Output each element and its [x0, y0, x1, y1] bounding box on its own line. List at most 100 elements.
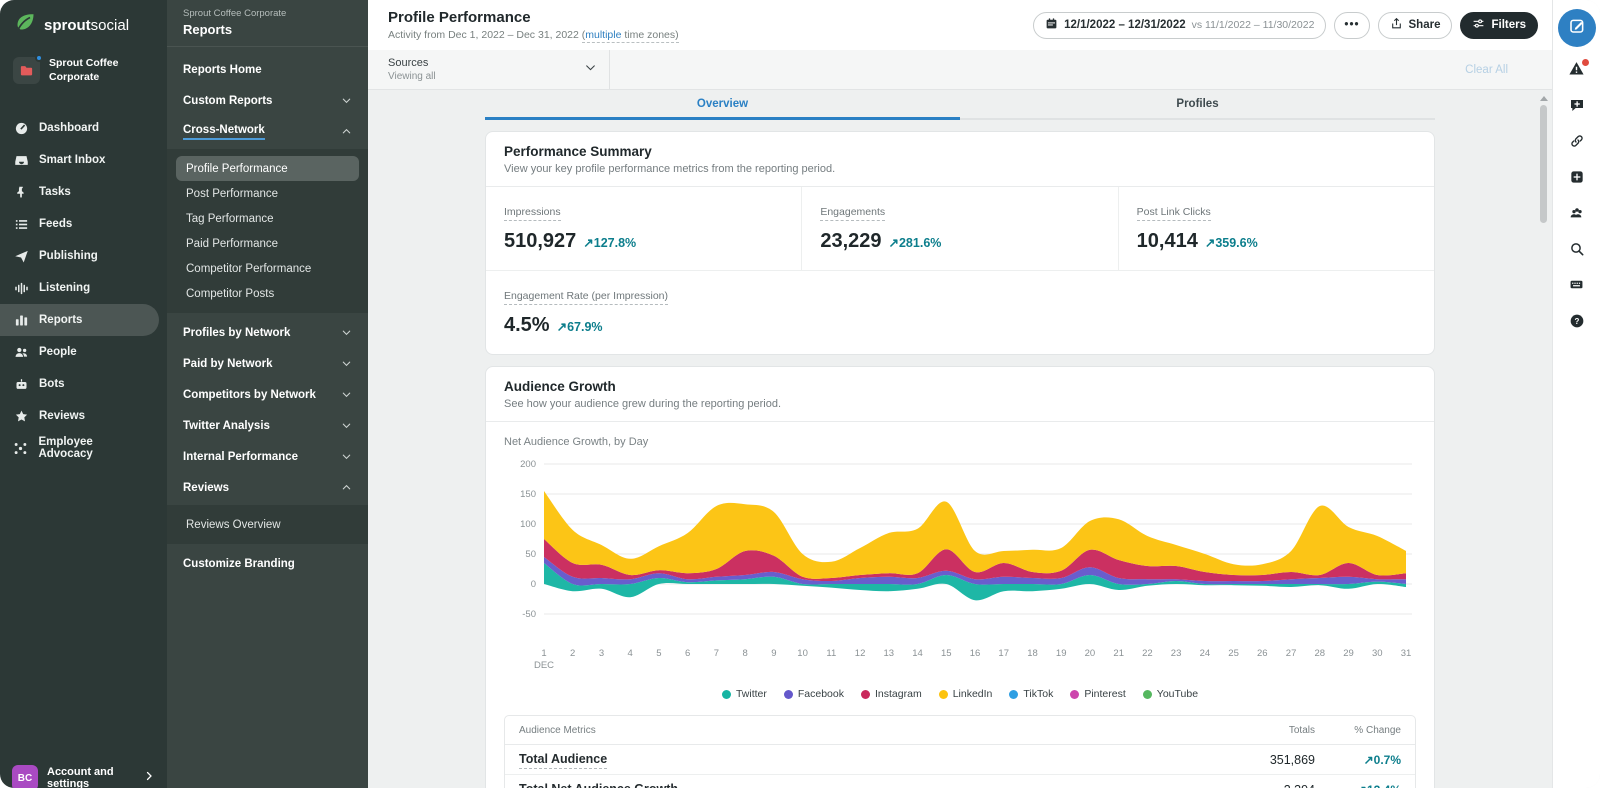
date-range-button[interactable]: 12/1/2022 – 12/31/2022 vs 11/1/2022 – 11…: [1033, 12, 1326, 39]
legend-twitter[interactable]: Twitter: [722, 688, 767, 700]
reports-nav-item-competitor-posts[interactable]: Competitor Posts: [176, 281, 359, 306]
share-button[interactable]: Share: [1378, 12, 1453, 39]
table-row-total-net-audience-growth[interactable]: Total Net Audience Growth2,394↗12.4%: [505, 775, 1415, 788]
svg-text:26: 26: [1257, 648, 1268, 659]
trend-up-icon: ↗: [889, 236, 899, 250]
audience-growth-chart[interactable]: 200150100500-501234567891011121314151617…: [504, 456, 1416, 679]
search-button[interactable]: [1560, 234, 1594, 268]
sources-bar: Sources Viewing all Clear All: [368, 50, 1552, 90]
alert-button[interactable]: [1560, 54, 1594, 88]
account-switcher[interactable]: Sprout Coffee Corporate: [0, 48, 167, 96]
chevron-down-icon: [584, 61, 597, 79]
performance-summary-header: Performance Summary View your key profil…: [486, 132, 1434, 187]
svg-text:7: 7: [714, 648, 719, 659]
tab-profiles[interactable]: Profiles: [960, 90, 1435, 118]
compose-button[interactable]: [1558, 9, 1596, 47]
vertical-scrollbar[interactable]: [1539, 96, 1548, 223]
account-settings-label: Account and settings: [47, 766, 134, 788]
svg-text:2: 2: [570, 648, 575, 659]
legend-dot: [939, 690, 948, 699]
scrollbar-thumb[interactable]: [1540, 105, 1547, 223]
people-group-button[interactable]: [1560, 198, 1594, 232]
plane-icon: [13, 249, 29, 264]
reports-nav-competitors-by-network[interactable]: Competitors by Network: [167, 379, 368, 410]
filters-button[interactable]: Filters: [1460, 12, 1538, 39]
sidebar-item-label: Reports: [39, 314, 82, 326]
reports-nav-item-reviews-overview[interactable]: Reviews Overview: [176, 512, 359, 537]
legend-facebook[interactable]: Facebook: [784, 688, 844, 700]
svg-text:5: 5: [656, 648, 661, 659]
svg-text:?: ?: [1574, 316, 1579, 325]
sidebar-item-reports[interactable]: Reports: [0, 304, 159, 336]
reports-nav-item-paid-performance[interactable]: Paid Performance: [176, 231, 359, 256]
legend-youtube[interactable]: YouTube: [1143, 688, 1198, 700]
svg-text:8: 8: [742, 648, 747, 659]
chat-button[interactable]: [1560, 90, 1594, 124]
reports-nav-paid-by-network[interactable]: Paid by Network: [167, 348, 368, 379]
legend-instagram[interactable]: Instagram: [861, 688, 922, 700]
metric-change: ↗67.9%: [557, 319, 603, 334]
metric-label[interactable]: Engagements: [820, 206, 885, 221]
report-scroll-area[interactable]: Overview Profiles Performance Summary Vi…: [368, 90, 1552, 788]
plus-square-button[interactable]: [1560, 162, 1594, 196]
keyboard-icon: [1569, 277, 1584, 297]
sources-value: Viewing all: [388, 71, 436, 82]
clear-all-button[interactable]: Clear All: [1465, 64, 1552, 76]
table-row-total-audience[interactable]: Total Audience351,869↗0.7%: [505, 745, 1415, 775]
reports-nav-cross-network[interactable]: Cross-Network: [167, 116, 368, 147]
sidebar-item-label: Listening: [39, 282, 90, 294]
app-window: sproutsocial Sprout Coffee Corporate Das…: [0, 0, 1600, 788]
help-button[interactable]: ?: [1560, 306, 1594, 340]
sidebar-item-tasks[interactable]: Tasks: [0, 176, 159, 208]
more-options-button[interactable]: •••: [1334, 12, 1369, 39]
sidebar-item-dashboard[interactable]: Dashboard: [0, 112, 159, 144]
sprout-logo[interactable]: sproutsocial: [0, 0, 167, 48]
sidebar-item-people[interactable]: People: [0, 336, 159, 368]
reports-sidebar: Sprout Coffee Corporate Reports Reports …: [167, 0, 368, 788]
reports-nav-item-competitor-performance[interactable]: Competitor Performance: [176, 256, 359, 281]
metric-label[interactable]: Impressions: [504, 206, 561, 221]
sidebar-item-smart-inbox[interactable]: Smart Inbox: [0, 144, 159, 176]
metric-label[interactable]: Post Link Clicks: [1137, 206, 1211, 221]
legend-tiktok[interactable]: TikTok: [1009, 688, 1053, 700]
reports-nav-reviews[interactable]: Reviews: [167, 472, 368, 503]
link-button[interactable]: [1560, 126, 1594, 160]
sidebar-item-listening[interactable]: Listening: [0, 272, 159, 304]
reports-nav-item-post-performance[interactable]: Post Performance: [176, 181, 359, 206]
legend-linkedin[interactable]: LinkedIn: [939, 688, 993, 700]
reports-nav-twitter-analysis[interactable]: Twitter Analysis: [167, 410, 368, 441]
listening-icon: [13, 281, 29, 296]
legend-dot: [1070, 690, 1079, 699]
reports-nav-group-cross-network: Profile PerformancePost PerformanceTag P…: [167, 149, 368, 313]
account-settings-button[interactable]: BC Account and settings: [0, 757, 167, 788]
metrics-row-2: Engagement Rate (per Impression)4.5%↗67.…: [486, 270, 1434, 354]
chevron-right-icon: [143, 769, 155, 787]
svg-text:9: 9: [771, 648, 776, 659]
reports-nav-reports-home[interactable]: Reports Home: [167, 54, 368, 85]
tab-overview[interactable]: Overview: [485, 90, 960, 118]
reports-nav-profiles-by-network[interactable]: Profiles by Network: [167, 317, 368, 348]
svg-text:0: 0: [531, 579, 536, 590]
people-icon: [13, 345, 29, 360]
sidebar-item-publishing[interactable]: Publishing: [0, 240, 159, 272]
inbox-icon: [13, 153, 29, 168]
reports-nav-customize-branding[interactable]: Customize Branding: [167, 548, 368, 579]
timezone-link[interactable]: multiple: [585, 29, 621, 41]
svg-text:17: 17: [998, 648, 1009, 659]
account-name: Sprout Coffee Corporate: [49, 57, 154, 84]
legend-pinterest[interactable]: Pinterest: [1070, 688, 1125, 700]
keyboard-button[interactable]: [1560, 270, 1594, 304]
metric-change: ↗281.6%: [889, 235, 942, 250]
reports-nav-item-profile-performance[interactable]: Profile Performance: [176, 156, 359, 181]
metric-label[interactable]: Engagement Rate (per Impression): [504, 290, 668, 305]
sidebar-item-employee-advocacy[interactable]: Employee Advocacy: [0, 432, 159, 464]
sidebar-item-bots[interactable]: Bots: [0, 368, 159, 400]
reports-nav-custom-reports[interactable]: Custom Reports: [167, 85, 368, 116]
sidebar-item-feeds[interactable]: Feeds: [0, 208, 159, 240]
sidebar-item-reviews[interactable]: Reviews: [0, 400, 159, 432]
scroll-up-arrow-icon[interactable]: [1540, 96, 1548, 101]
reports-nav-internal-performance[interactable]: Internal Performance: [167, 441, 368, 472]
chart-legend: Twitter Facebook Instagram LinkedIn TikTok Pi…: [504, 679, 1416, 713]
reports-nav-item-tag-performance[interactable]: Tag Performance: [176, 206, 359, 231]
sources-dropdown[interactable]: Sources Viewing all: [368, 50, 610, 89]
